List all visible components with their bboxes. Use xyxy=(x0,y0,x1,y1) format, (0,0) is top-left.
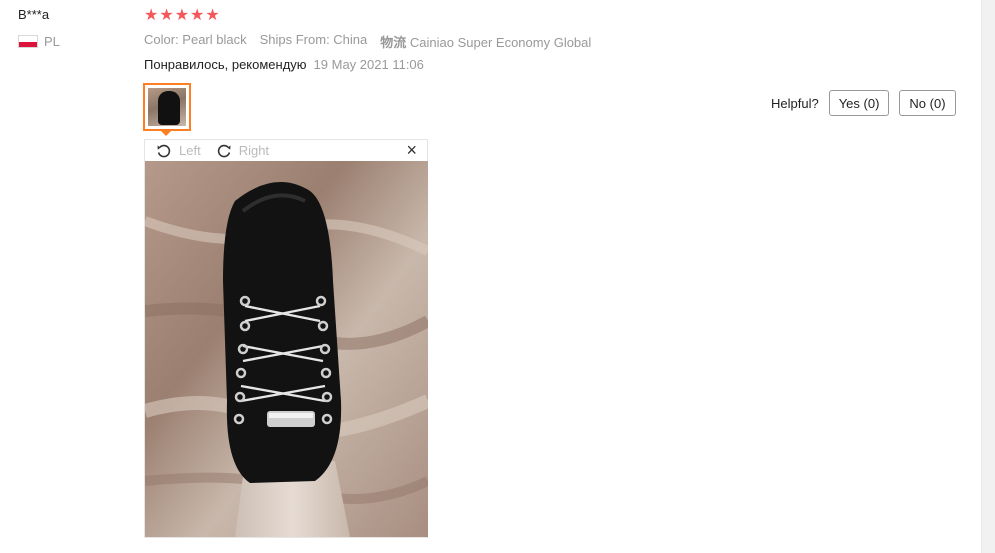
star-icon: ★ xyxy=(190,7,205,24)
page-scrollbar[interactable] xyxy=(981,0,995,553)
star-icon: ★ xyxy=(159,7,174,24)
rotate-left-label[interactable]: Left xyxy=(179,143,201,158)
star-rating: ★ ★ ★ ★ ★ xyxy=(144,7,220,25)
rotate-right-label[interactable]: Right xyxy=(239,143,269,158)
rotate-left-icon[interactable] xyxy=(155,142,173,160)
thumbnail-image xyxy=(148,88,186,126)
helpful-vote: Helpful? Yes (0) No (0) xyxy=(771,90,956,116)
order-meta: Color: Pearl black Ships From: China 物流 … xyxy=(144,32,591,51)
country-code: PL xyxy=(44,34,60,49)
review-date: 19 May 2021 11:06 xyxy=(313,57,424,72)
review-body: Понравилось, рекомендую 19 May 2021 11:0… xyxy=(144,57,424,72)
photo-viewer: Left Right × xyxy=(144,139,428,538)
logistics-value: Cainiao Super Economy Global xyxy=(409,35,592,50)
star-icon: ★ xyxy=(174,7,190,24)
review-photo xyxy=(145,161,428,537)
helpful-label: Helpful? xyxy=(771,95,819,111)
poland-flag-icon xyxy=(18,35,38,48)
close-icon[interactable]: × xyxy=(406,141,417,159)
review-photo-thumbnail[interactable] xyxy=(143,83,191,131)
helpful-no-button[interactable]: No (0) xyxy=(899,90,956,116)
review-text: Понравилось, рекомендую xyxy=(144,57,307,72)
thumbnail-pointer xyxy=(160,130,172,136)
star-icon: ★ xyxy=(205,7,220,24)
viewer-toolbar: Left Right × xyxy=(145,140,427,161)
ships-from: Ships From: China xyxy=(259,32,368,47)
rotate-right-icon[interactable] xyxy=(215,142,233,160)
star-icon: ★ xyxy=(144,7,159,24)
helpful-yes-button[interactable]: Yes (0) xyxy=(828,90,890,116)
reviewer-name: B***a xyxy=(18,7,50,22)
product-color: Color: Pearl black xyxy=(144,32,247,47)
logistics: 物流 Cainiao Super Economy Global xyxy=(380,32,591,51)
logistics-label: 物流 xyxy=(380,35,407,50)
reviewer-country: PL xyxy=(18,34,60,49)
